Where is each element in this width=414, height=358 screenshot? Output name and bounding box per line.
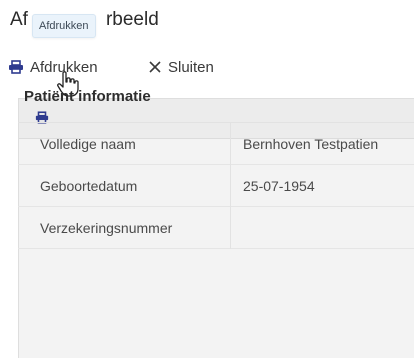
table-row: Geboortedatum 25-07-1954 [18, 165, 414, 207]
section-title: Patiënt informatie [24, 88, 151, 105]
printer-icon [8, 60, 24, 74]
field-value [230, 207, 414, 249]
tooltip-text: Afdrukken [39, 20, 89, 32]
page-title-end: rbeeld [105, 9, 159, 30]
print-tooltip: Afdrukken [32, 14, 96, 38]
patient-info-table: Volledige naam Bernhoven Testpatien Gebo… [18, 122, 414, 249]
field-label: Verzekeringsnummer [40, 220, 173, 236]
field-value: Bernhoven Testpatien [230, 123, 414, 165]
close-button[interactable]: Sluiten [148, 52, 214, 82]
field-value: 25-07-1954 [230, 165, 414, 207]
print-button[interactable]: Afdrukken [8, 52, 98, 82]
table-row: Volledige naam Bernhoven Testpatien [18, 123, 414, 165]
field-label: Volledige naam [40, 136, 136, 152]
close-button-label: Sluiten [168, 58, 214, 76]
close-icon [148, 60, 162, 74]
page-title-start: Af [10, 9, 28, 30]
table-row: Verzekeringsnummer [18, 207, 414, 249]
field-label: Geboortedatum [40, 178, 138, 194]
